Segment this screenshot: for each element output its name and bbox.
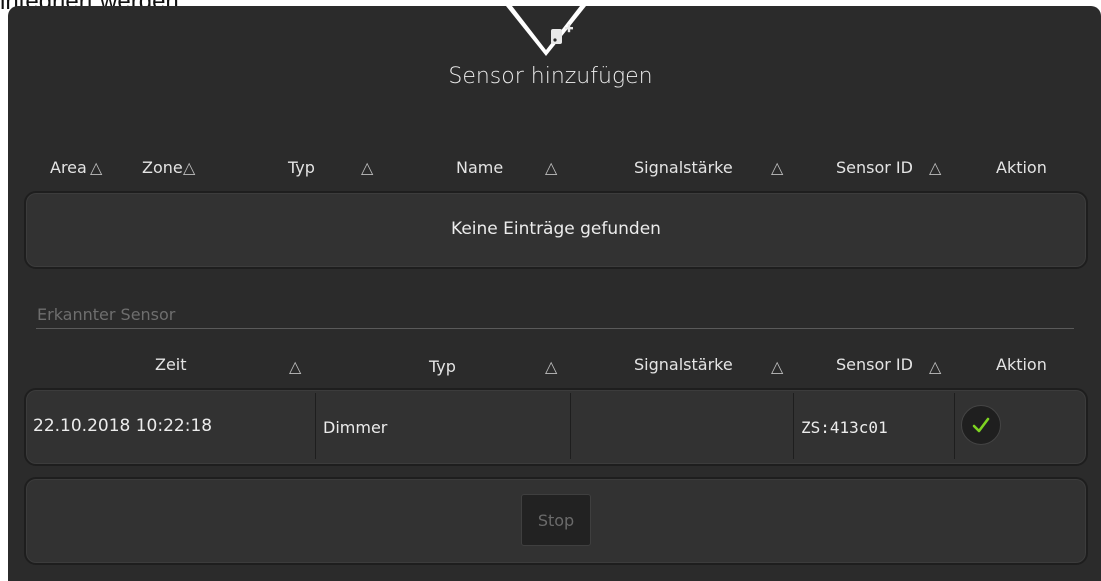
sort-icon-typ[interactable]: △ <box>361 158 373 177</box>
sort-icon-zone[interactable]: △ <box>183 158 195 177</box>
sort-icon-sensor-id[interactable]: △ <box>929 158 941 177</box>
page-title: Sensor hinzufügen <box>448 64 653 89</box>
col-header-aktion: Aktion <box>996 158 1047 177</box>
stop-button[interactable]: Stop <box>521 494 591 546</box>
col-header-aktion-2: Aktion <box>996 355 1047 374</box>
sort-icon-typ-2[interactable]: △ <box>545 357 557 376</box>
add-sensor-icon <box>551 24 573 44</box>
cell-separator <box>793 393 794 459</box>
sort-icon-area[interactable]: △ <box>90 158 102 177</box>
col-header-signal: Signalstärke <box>634 158 733 177</box>
sort-icon-signal-2[interactable]: △ <box>771 357 783 376</box>
cell-separator <box>570 393 571 459</box>
sort-icon-name[interactable]: △ <box>545 158 557 177</box>
col-header-zone: Zone <box>142 158 183 177</box>
col-header-typ: Typ <box>288 158 315 177</box>
col-header-sensor-id: Sensor ID <box>836 158 913 177</box>
col-header-signal-2: Signalstärke <box>634 355 733 374</box>
col-header-name: Name <box>456 158 504 177</box>
cell-zeit: 22.10.2018 10:22:18 <box>33 416 213 436</box>
section-divider <box>36 328 1074 329</box>
cell-separator <box>954 393 955 459</box>
sort-icon-sensor-id-2[interactable]: △ <box>929 357 941 376</box>
col-header-typ-2: Typ <box>429 357 456 376</box>
col-header-sensor-id-2: Sensor ID <box>836 355 913 374</box>
section-label-detected: Erkannter Sensor <box>37 305 176 324</box>
empty-message: Keine Einträge gefunden <box>451 219 661 239</box>
cell-separator <box>315 393 316 459</box>
sort-icon-signal[interactable]: △ <box>771 158 783 177</box>
confirm-sensor-button[interactable] <box>961 405 1001 445</box>
col-header-area: Area <box>50 158 87 177</box>
cell-sensor-id: ZS:413c01 <box>801 418 888 437</box>
check-icon <box>972 417 990 433</box>
col-header-zeit: Zeit <box>155 355 187 374</box>
sensor-table-body: Keine Einträge gefunden <box>24 191 1088 269</box>
cell-typ: Dimmer <box>323 418 388 437</box>
sort-icon-zeit[interactable]: △ <box>289 357 301 376</box>
